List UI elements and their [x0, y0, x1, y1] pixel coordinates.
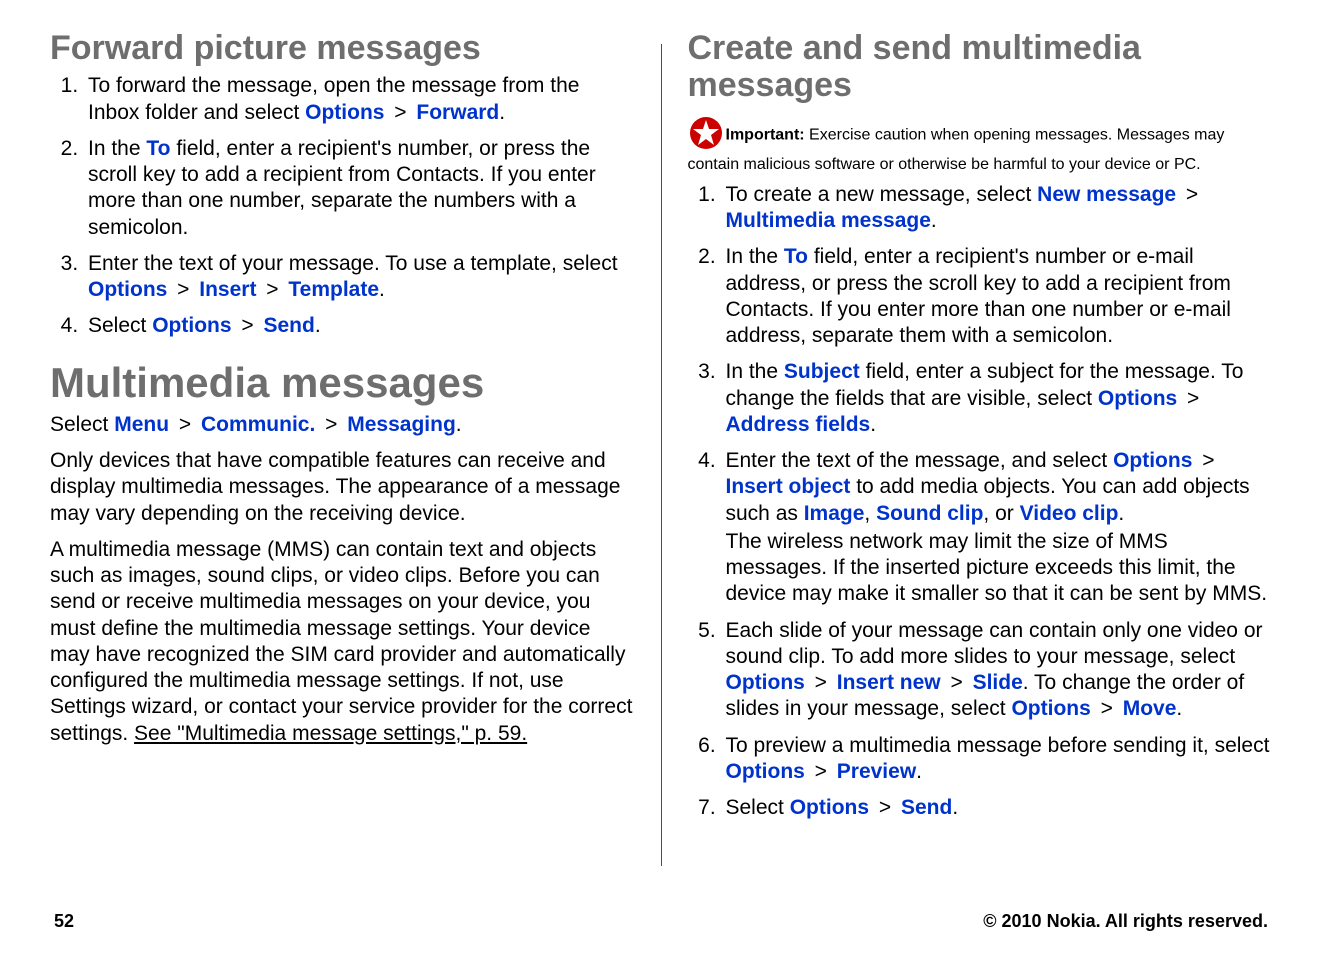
ui-term: Options — [726, 760, 805, 783]
ui-term: To — [146, 137, 170, 160]
ui-term: To — [784, 245, 808, 268]
ui-term: Subject — [784, 360, 860, 383]
right-column: Create and send multimedia messages Impo… — [688, 30, 1273, 860]
important-note: Important: Exercise caution when opening… — [688, 115, 1273, 174]
breadcrumb-separator: > — [805, 760, 837, 783]
ui-term: Address fields — [726, 413, 871, 436]
forward-steps-list: To forward the message, open the message… — [50, 73, 635, 339]
manual-page: Forward picture messages To forward the … — [0, 0, 1322, 954]
breadcrumb-separator: > — [256, 278, 288, 301]
mms-paragraph-1: Only devices that have compatible featur… — [50, 448, 635, 527]
ui-term: Communic. — [201, 413, 315, 436]
step-item: Select Options > Send. — [722, 795, 1273, 821]
create-mms-steps-list: To create a new message, select New mess… — [688, 182, 1273, 822]
mms-p2-text: A multimedia message (MMS) can contain t… — [50, 538, 632, 745]
heading-forward-picture-messages: Forward picture messages — [50, 30, 635, 67]
ui-term: Video clip — [1020, 502, 1119, 525]
ui-term: Options — [1011, 697, 1090, 720]
breadcrumb-separator: > — [167, 278, 199, 301]
ui-term: Options — [726, 671, 805, 694]
ui-term: Send — [263, 314, 314, 337]
breadcrumb-separator: > — [1177, 387, 1203, 410]
step-item: In the To field, enter a recipient's num… — [722, 244, 1273, 349]
breadcrumb-separator: > — [384, 101, 416, 124]
left-column: Forward picture messages To forward the … — [50, 30, 635, 860]
ui-term: Sound clip — [876, 502, 983, 525]
step-note: The wireless network may limit the size … — [726, 529, 1273, 608]
step-item: To forward the message, open the message… — [84, 73, 635, 126]
ui-term: Options — [1113, 449, 1192, 472]
ui-term: Options — [152, 314, 231, 337]
column-divider — [661, 44, 662, 866]
step-item: To create a new message, select New mess… — [722, 182, 1273, 235]
step-item: Select Options > Send. — [84, 313, 635, 339]
step-item: Each slide of your message can contain o… — [722, 618, 1273, 723]
step-item: To preview a multimedia message before s… — [722, 733, 1273, 786]
step-item: In the To field, enter a recipient's num… — [84, 136, 635, 241]
ui-term: Template — [288, 278, 379, 301]
breadcrumb-separator: > — [869, 796, 901, 819]
heading-create-send-mms: Create and send multimedia messages — [688, 30, 1273, 105]
ui-term: Options — [790, 796, 869, 819]
star-warning-icon — [688, 115, 724, 156]
ui-term: Options — [1098, 387, 1177, 410]
ui-term: Menu — [114, 413, 169, 436]
ui-term: Multimedia message — [726, 209, 931, 232]
ui-term: Move — [1123, 697, 1177, 720]
step-item: Enter the text of your message. To use a… — [84, 251, 635, 304]
breadcrumb-separator: > — [1176, 183, 1202, 206]
important-label: Important: — [726, 127, 805, 144]
ui-term: Messaging — [347, 413, 456, 436]
step-item: In the Subject field, enter a subject fo… — [722, 359, 1273, 438]
ui-term: New message — [1037, 183, 1176, 206]
breadcrumb-separator: > — [941, 671, 973, 694]
ui-term: Image — [804, 502, 865, 525]
page-footer: 52 © 2010 Nokia. All rights reserved. — [54, 911, 1268, 932]
step-item: Enter the text of the message, and selec… — [722, 448, 1273, 608]
breadcrumb-separator: > — [1091, 697, 1123, 720]
ui-term: Forward — [416, 101, 499, 124]
ui-term: Send — [901, 796, 952, 819]
ui-term: Options — [88, 278, 167, 301]
ui-term: Insert — [199, 278, 256, 301]
nav-path: Select Menu > Communic. > Messaging. — [50, 412, 635, 438]
ui-term: Preview — [837, 760, 916, 783]
mms-paragraph-2: A multimedia message (MMS) can contain t… — [50, 537, 635, 747]
breadcrumb-separator: > — [315, 413, 347, 436]
heading-multimedia-messages: Multimedia messages — [50, 360, 635, 406]
breadcrumb-separator: > — [805, 671, 837, 694]
two-column-layout: Forward picture messages To forward the … — [50, 30, 1272, 860]
page-number: 52 — [54, 911, 74, 932]
ui-term: Slide — [973, 671, 1023, 694]
link-mms-settings-xref[interactable]: See "Multimedia message settings," p. 59… — [134, 722, 527, 745]
ui-term: Options — [305, 101, 384, 124]
ui-term: Insert object — [726, 475, 851, 498]
breadcrumb-separator: > — [1192, 449, 1218, 472]
breadcrumb-separator: > — [169, 413, 201, 436]
copyright-text: © 2010 Nokia. All rights reserved. — [983, 911, 1268, 932]
breadcrumb-separator: > — [232, 314, 264, 337]
ui-term: Insert new — [837, 671, 941, 694]
